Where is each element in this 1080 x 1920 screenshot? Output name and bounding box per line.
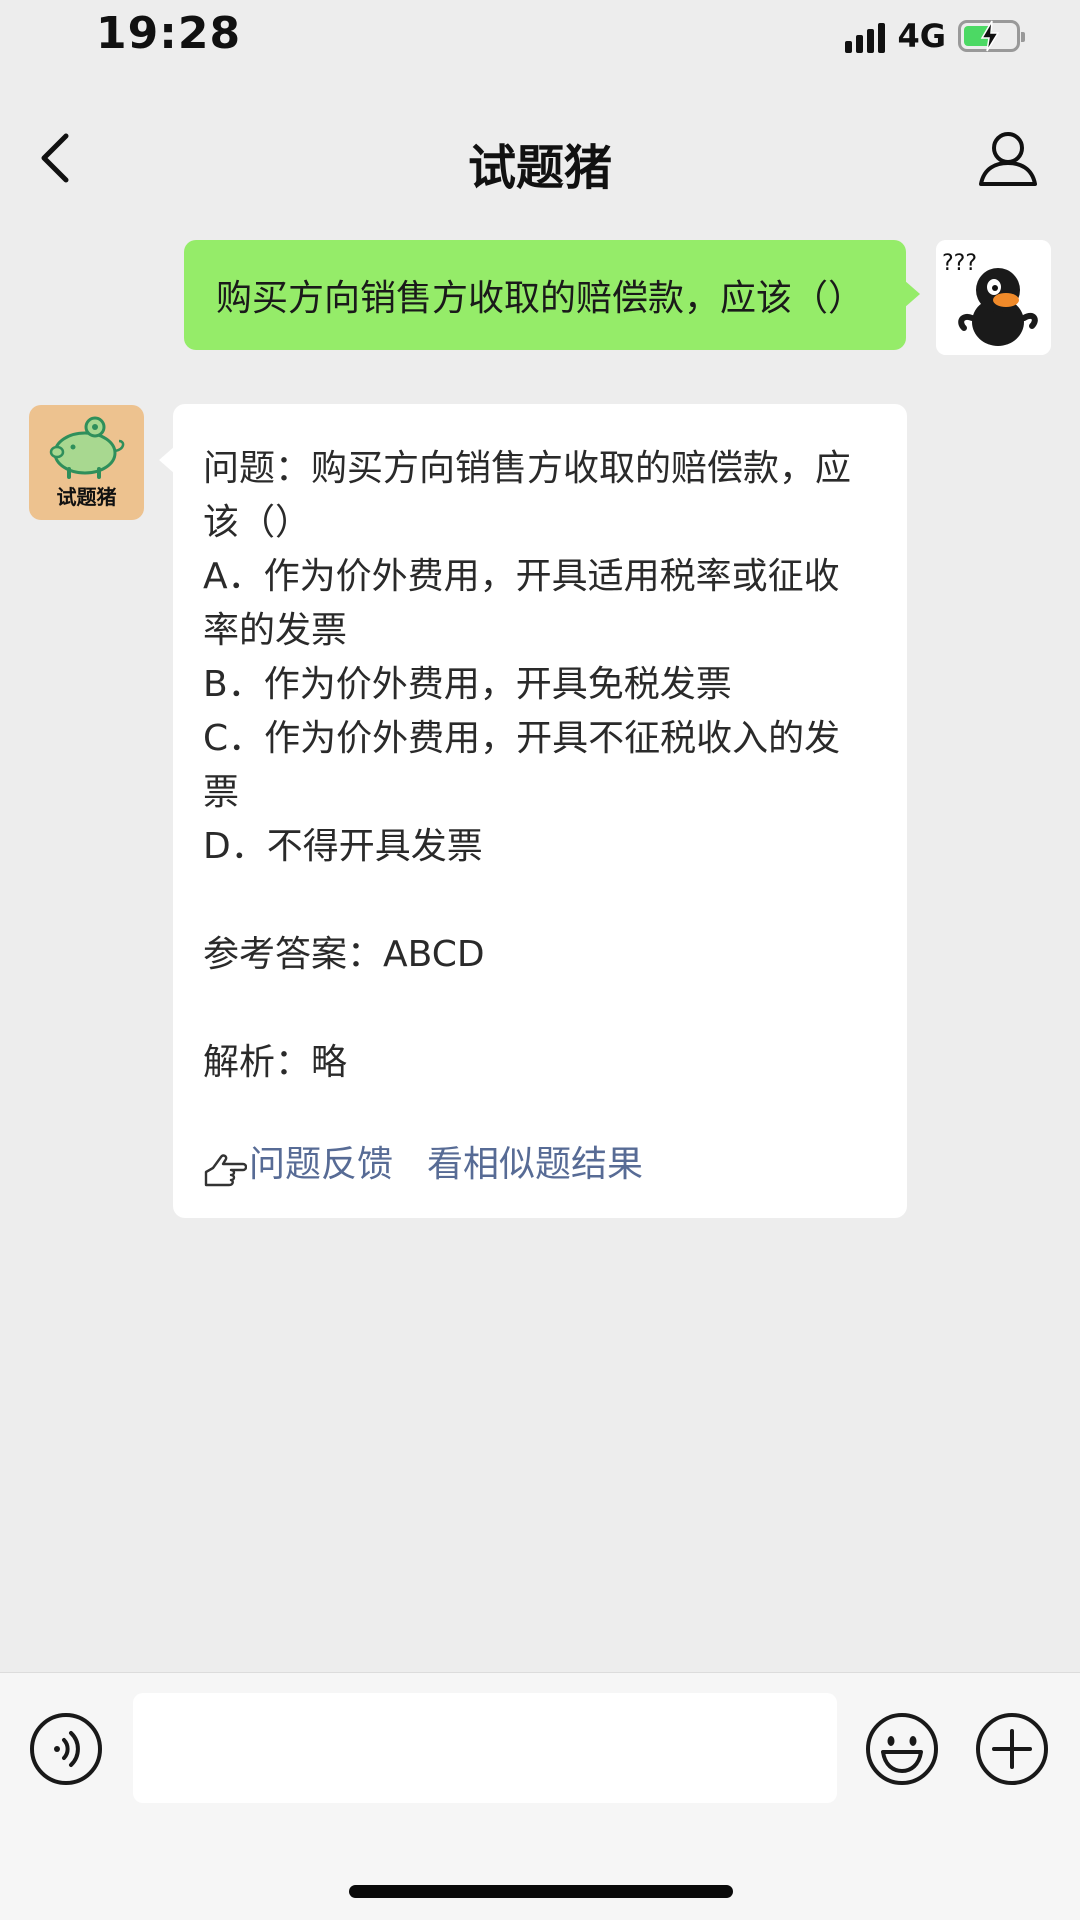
incoming-message-bubble[interactable]: 问题：购买方向销售方收取的赔偿款，应 该（） A．作为价外费用，开具适用税率或征… xyxy=(159,404,907,1218)
status-time: 19:28 xyxy=(96,8,242,59)
home-indicator xyxy=(349,1885,733,1898)
piggy-logo-icon xyxy=(49,416,125,479)
outgoing-message-text: 购买方向销售方收取的赔偿款，应该（） xyxy=(216,278,865,319)
option-line: B．作为价外费用，开具免税发票 xyxy=(203,664,732,705)
analysis-line: 解析：略 xyxy=(203,1042,348,1083)
bot-avatar-label: 试题猪 xyxy=(56,485,117,509)
battery-icon xyxy=(958,20,1025,52)
status-indicators: 4G xyxy=(845,14,1025,58)
status-bar: 19:28 4G xyxy=(0,0,1080,70)
bot-avatar[interactable]: 试题猪 xyxy=(29,405,144,520)
network-label: 4G xyxy=(897,17,946,55)
plus-icon[interactable] xyxy=(974,1711,1050,1787)
option-line: A．作为价外费用，开具适用税率或征收 xyxy=(203,556,840,597)
voice-icon[interactable] xyxy=(28,1711,104,1787)
duck-avatar-icon: ??? xyxy=(936,240,1051,355)
answer-line: 参考答案：ABCD xyxy=(203,934,485,975)
feedback-link[interactable]: 问题反馈 xyxy=(249,1138,393,1192)
charging-bolt-icon xyxy=(980,20,1000,52)
person-icon[interactable] xyxy=(976,126,1040,190)
pointing-hand-icon xyxy=(204,1154,247,1187)
option-line: 率的发票 xyxy=(203,610,348,651)
question-line: 该（） xyxy=(203,502,312,543)
question-line: 问题：购买方向销售方收取的赔偿款，应 xyxy=(203,448,852,489)
input-bar xyxy=(0,1672,1080,1920)
option-line: C．作为价外费用，开具不征税收入的发 xyxy=(203,718,841,759)
outgoing-message-bubble[interactable]: 购买方向销售方收取的赔偿款，应该（） xyxy=(184,240,920,350)
similar-questions-link[interactable]: 看相似题结果 xyxy=(427,1138,643,1192)
signal-icon xyxy=(845,19,886,53)
svg-text:???: ??? xyxy=(942,251,977,276)
option-line: 票 xyxy=(203,772,240,813)
page-title: 试题猪 xyxy=(467,140,612,196)
emoji-icon[interactable] xyxy=(864,1711,940,1787)
message-input[interactable] xyxy=(133,1693,837,1803)
user-avatar[interactable]: ??? xyxy=(936,240,1051,355)
option-line: D．不得开具发票 xyxy=(203,826,483,867)
nav-bar: 试题猪 xyxy=(0,100,1080,220)
message-actions: 问题反馈 看相似题结果 xyxy=(203,1138,643,1192)
